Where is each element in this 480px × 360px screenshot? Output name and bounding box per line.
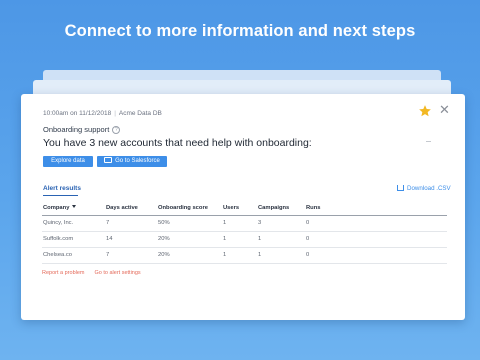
go-to-salesforce-label: Go to Salesforce: [115, 158, 160, 164]
cell-campaigns: 3: [258, 220, 262, 226]
help-icon[interactable]: ?: [112, 126, 121, 134]
sort-down-icon: [72, 205, 77, 208]
star-icon[interactable]: [418, 104, 432, 118]
alert-message: You have 3 new accounts that need help w…: [43, 137, 312, 149]
column-header-campaigns[interactable]: Campaigns: [258, 205, 289, 211]
section-title: Onboarding support?: [43, 125, 121, 134]
cell-users: 1: [223, 252, 227, 258]
column-header-onboarding-score[interactable]: Onboarding score: [158, 205, 208, 211]
alert-timestamp: 10:00am on 11/12/2018: [43, 110, 112, 117]
column-header-company[interactable]: Company: [43, 205, 77, 211]
salesforce-icon: [104, 157, 113, 163]
cell-users: 1: [223, 236, 227, 242]
cell-onboarding-score: 20%: [158, 236, 170, 242]
section-title-text: Onboarding support: [43, 125, 110, 134]
cell-users: 1: [223, 220, 227, 226]
meta-separator: |: [114, 110, 116, 117]
cell-runs: 0: [306, 252, 310, 258]
table-row[interactable]: Suffolk.com 14 20% 1 1 0: [42, 232, 447, 248]
cell-company: Quincy, Inc.: [43, 220, 74, 226]
cell-campaigns: 1: [258, 252, 262, 258]
cell-days-active: 7: [106, 252, 110, 258]
cell-onboarding-score: 20%: [158, 252, 170, 258]
cell-company: Suffolk.com: [43, 236, 74, 242]
cell-campaigns: 1: [258, 236, 262, 242]
cell-runs: 0: [306, 220, 310, 226]
tab-underline: [43, 195, 78, 196]
alert-source: Acme Data DB: [118, 110, 162, 117]
alert-card: 10:00am on 11/12/2018 | Acme Data DB ✕ Onb…: [21, 94, 465, 320]
table-row[interactable]: Quincy, Inc. 7 50% 1 3 0: [42, 216, 447, 232]
report-problem-link[interactable]: Report a problem: [42, 270, 85, 276]
table-row[interactable]: Chelsea.co 7 20% 1 1 0: [42, 248, 447, 264]
column-header-users[interactable]: Users: [223, 205, 239, 211]
divider-dash: [426, 141, 431, 142]
column-header-days-active[interactable]: Days active: [106, 205, 138, 211]
cell-runs: 0: [306, 236, 310, 242]
footer-links: Report a problem Go to alert settings: [42, 270, 141, 276]
cell-onboarding-score: 50%: [158, 220, 170, 226]
cell-days-active: 7: [106, 220, 110, 226]
cell-days-active: 14: [106, 236, 113, 242]
download-icon: [397, 185, 404, 191]
go-to-salesforce-button[interactable]: Go to Salesforce: [97, 156, 167, 167]
hero-title: Connect to more information and next ste…: [64, 22, 416, 40]
download-csv-link[interactable]: Download .CSV: [397, 185, 451, 192]
close-icon[interactable]: ✕: [439, 103, 450, 117]
cell-company: Chelsea.co: [43, 252, 73, 258]
explore-data-button[interactable]: Explore data: [43, 156, 93, 167]
alert-settings-link[interactable]: Go to alert settings: [95, 270, 141, 276]
column-header-runs[interactable]: Runs: [306, 205, 321, 211]
tab-alert-results[interactable]: Alert results: [43, 185, 81, 192]
alert-meta: 10:00am on 11/12/2018 | Acme Data DB: [43, 110, 162, 117]
results-table: Company Days active Onboarding score Use…: [42, 202, 447, 264]
download-csv-label: Download .CSV: [407, 185, 451, 192]
column-header-label: Company: [43, 205, 70, 211]
table-header-row: Company Days active Onboarding score Use…: [42, 202, 447, 216]
